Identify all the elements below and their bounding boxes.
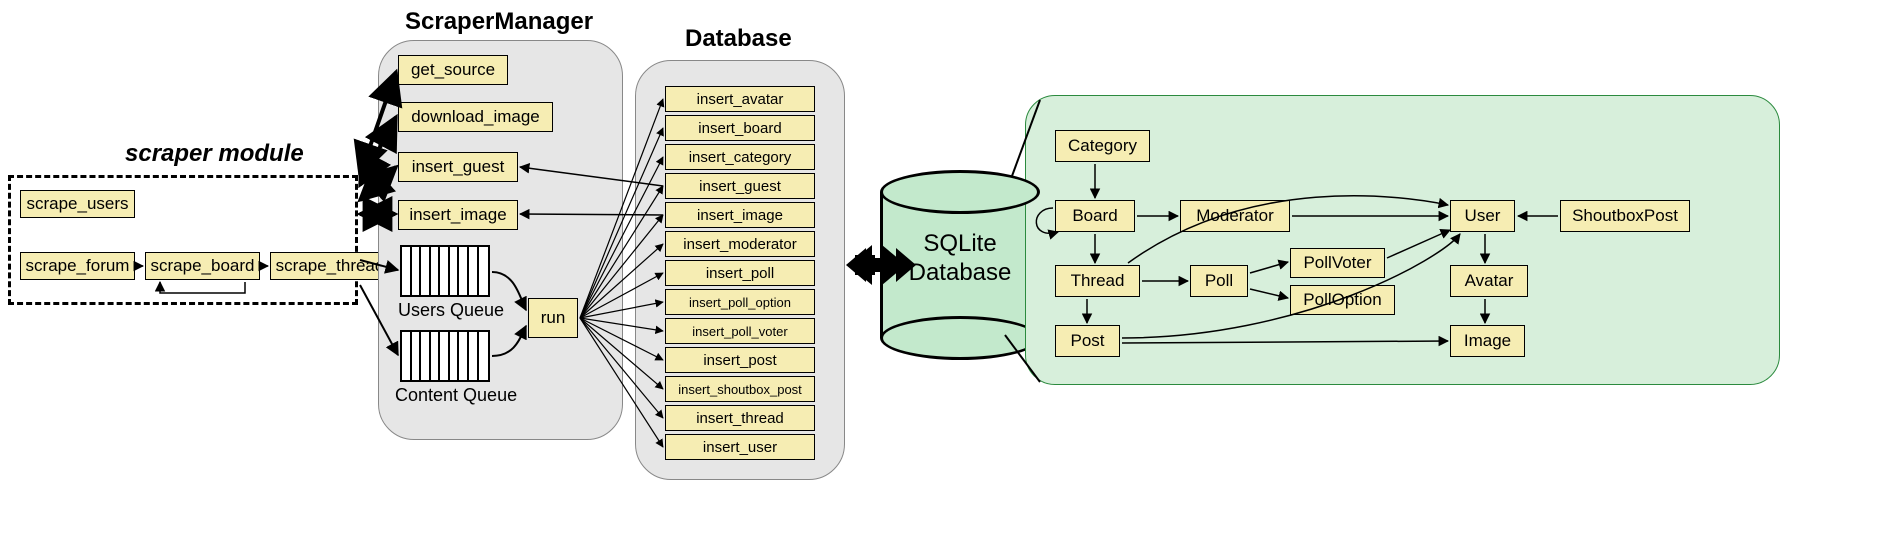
- schema-poll: Poll: [1190, 265, 1248, 297]
- box-insert-guest-sm: insert_guest: [398, 152, 518, 182]
- content-queue-label: Content Queue: [395, 385, 517, 406]
- db-insert-poll-option: insert_poll_option: [665, 289, 815, 315]
- db-insert-post: insert_post: [665, 347, 815, 373]
- content-queue: [400, 330, 490, 382]
- db-insert-shoutbox-post: insert_shoutbox_post: [665, 376, 815, 402]
- box-scrape-thread: scrape_thread: [270, 252, 390, 280]
- users-queue-label: Users Queue: [398, 300, 504, 321]
- schema-moderator: Moderator: [1180, 200, 1290, 232]
- schema-polloption: PollOption: [1290, 285, 1395, 315]
- box-get-source: get_source: [398, 55, 508, 85]
- box-scrape-board: scrape_board: [145, 252, 260, 280]
- db-insert-moderator: insert_moderator: [665, 231, 815, 257]
- db-insert-poll: insert_poll: [665, 260, 815, 286]
- sqlite-label-1: SQLite: [923, 230, 996, 257]
- schema-board: Board: [1055, 200, 1135, 232]
- box-run: run: [528, 298, 578, 338]
- scraper-manager-title: ScraperManager: [405, 8, 593, 36]
- diagram-canvas: scraper module scrape_users scrape_forum…: [0, 0, 1887, 537]
- schema-shoutboxpost: ShoutboxPost: [1560, 200, 1690, 232]
- db-insert-poll-voter: insert_poll_voter: [665, 318, 815, 344]
- box-insert-image-sm: insert_image: [398, 200, 518, 230]
- schema-post: Post: [1055, 325, 1120, 357]
- users-queue: [400, 245, 490, 297]
- db-insert-user: insert_user: [665, 434, 815, 460]
- schema-user: User: [1450, 200, 1515, 232]
- box-download-image: download_image: [398, 102, 553, 132]
- db-insert-avatar: insert_avatar: [665, 86, 815, 112]
- schema-category: Category: [1055, 130, 1150, 162]
- db-insert-board: insert_board: [665, 115, 815, 141]
- schema-image: Image: [1450, 325, 1525, 357]
- schema-pollvoter: PollVoter: [1290, 248, 1385, 278]
- sqlite-label-2: Database: [909, 259, 1012, 286]
- db-insert-guest: insert_guest: [665, 173, 815, 199]
- schema-thread: Thread: [1055, 265, 1140, 297]
- db-insert-image: insert_image: [665, 202, 815, 228]
- schema-avatar: Avatar: [1450, 265, 1528, 297]
- box-scrape-forum: scrape_forum: [20, 252, 135, 280]
- db-insert-category: insert_category: [665, 144, 815, 170]
- db-insert-thread: insert_thread: [665, 405, 815, 431]
- database-title: Database: [685, 25, 792, 53]
- scraper-module-title: scraper module: [125, 140, 304, 168]
- box-scrape-users: scrape_users: [20, 190, 135, 218]
- sqlite-database-icon: SQLite Database: [880, 170, 1040, 360]
